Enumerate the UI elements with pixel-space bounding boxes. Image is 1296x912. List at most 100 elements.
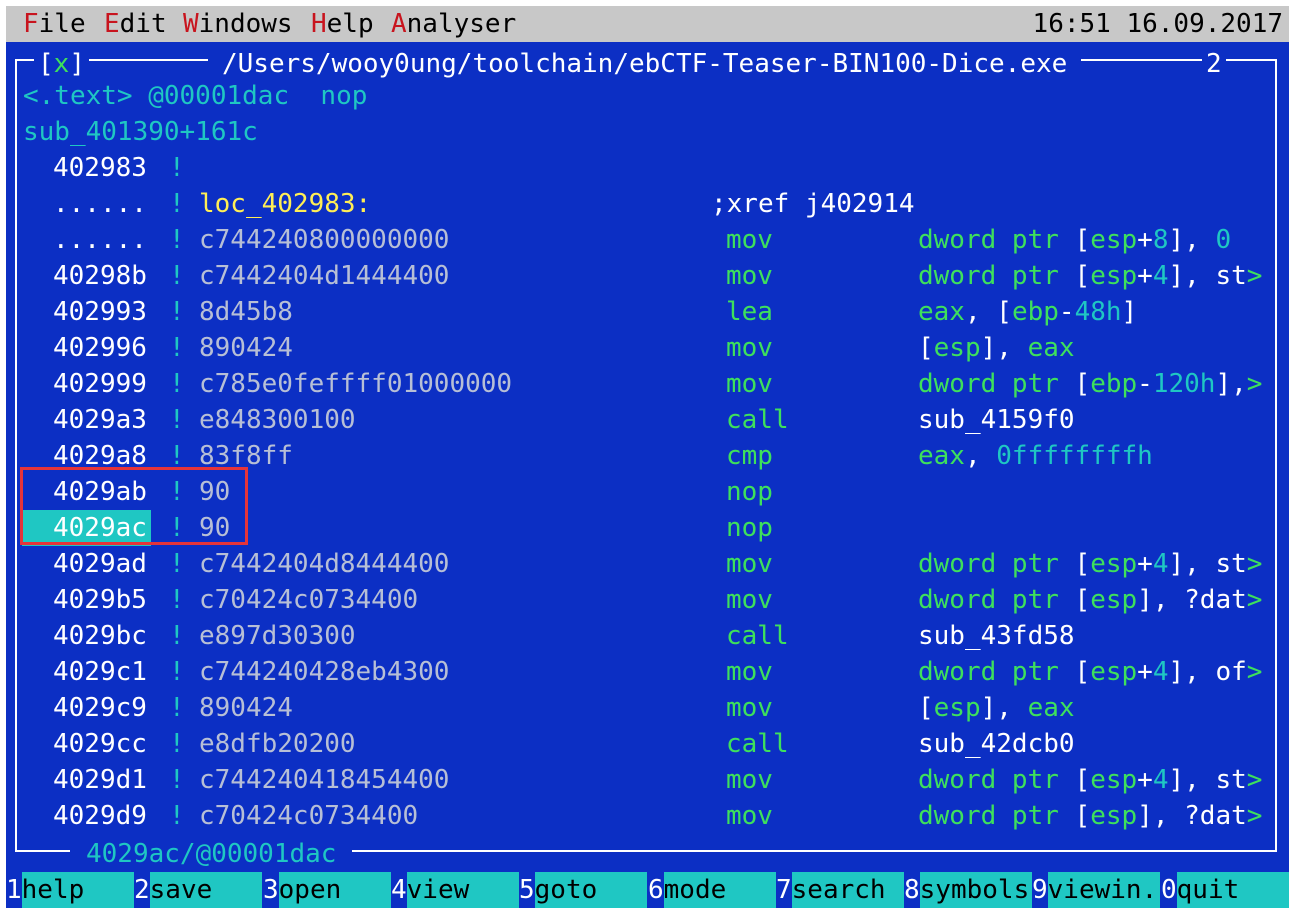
row-mnemonic: mov: [726, 549, 773, 579]
row-bytes: 8d45b8: [199, 297, 293, 327]
operand-part: [: [1074, 765, 1091, 795]
operand-part: 8: [1152, 225, 1169, 255]
disasm-row[interactable]: ......! c744240800000000 mov dword ptr [esp…: [6, 222, 1289, 258]
row-address: ......: [53, 225, 147, 255]
fkey-search[interactable]: 7search: [776, 872, 904, 908]
row-separator: !: [169, 369, 185, 399]
disasm-row[interactable]: 402993! 8d45b8 lea eax, [ebp-48h]: [6, 294, 1289, 330]
menu-edit[interactable]: Edit: [104, 6, 167, 42]
operand-part: >: [1246, 369, 1263, 399]
fkey-quit[interactable]: 0quit: [1161, 872, 1289, 908]
menu-edit-label: dit: [119, 9, 167, 39]
operand-part: esp: [1090, 801, 1138, 831]
operand-part: 4: [1152, 657, 1169, 687]
menu-help-label: elp: [326, 9, 374, 39]
operand-part: 4: [1152, 765, 1169, 795]
menu-file[interactable]: File: [23, 6, 86, 42]
operand-part: >: [1246, 261, 1263, 291]
operand-part: esp: [1090, 549, 1138, 579]
row-operands: eax, [ebp-48h]: [918, 294, 1137, 330]
row-bytes: c7442404d1444400: [199, 261, 450, 291]
row-address: 4029bc: [53, 621, 147, 651]
row-bytes: 890424: [199, 693, 293, 723]
disasm-row[interactable]: 402996! 890424 mov [esp], eax: [6, 330, 1289, 366]
disasm-row[interactable]: 402983!: [6, 150, 1289, 186]
operand-part: [: [918, 693, 934, 723]
disasm-row[interactable]: 4029cc! e8dfb20200 call sub_42dcb0: [6, 726, 1289, 762]
row-operands: dword ptr [esp], ?dat>: [918, 798, 1262, 834]
disasm-row[interactable]: 4029c9! 890424 mov [esp], eax: [6, 690, 1289, 726]
disasm-row[interactable]: 40298b! c7442404d1444400 mov dword ptr [esp…: [6, 258, 1289, 294]
menu-help-hotkey: H: [311, 9, 327, 39]
row-operands: sub_43fd58: [918, 618, 1075, 654]
fkey-mode[interactable]: 6mode: [648, 872, 776, 908]
fkey-number: 9: [1032, 872, 1048, 908]
row-mnemonic: cmp: [726, 441, 773, 471]
fkey-number: 5: [519, 872, 535, 908]
row-operands: [esp], eax: [918, 690, 1075, 726]
disasm-row[interactable]: 4029c1! c744240428eb4300 mov dword ptr [esp…: [6, 654, 1289, 690]
fkey-goto[interactable]: 5goto: [519, 872, 647, 908]
menu-help[interactable]: Help: [311, 6, 374, 42]
menu-analyser[interactable]: Analyser: [391, 6, 516, 42]
operand-part: 4: [1152, 261, 1169, 291]
operand-part: esp: [933, 693, 981, 723]
fkey-open[interactable]: 3open: [263, 872, 391, 908]
operand-part: 4: [1152, 549, 1169, 579]
disasm-row[interactable]: ......! loc_402983: ;xref j402914: [6, 186, 1289, 222]
row-operands: dword ptr [ebp-120h],>: [918, 366, 1262, 402]
operand-part: ], st: [1168, 549, 1247, 579]
operand-part: +: [1137, 549, 1153, 579]
operand-part: ebp: [1011, 297, 1059, 327]
row-mnemonic: lea: [726, 297, 773, 327]
fkey-view[interactable]: 4view: [391, 872, 519, 908]
fkey-number: 4: [391, 872, 407, 908]
operand-part: ],: [1168, 225, 1216, 255]
operand-part: eax: [918, 441, 965, 471]
row-mnemonic: call: [726, 729, 789, 759]
row-bytes: c744240800000000: [199, 225, 450, 255]
fkey-viewin[interactable]: 9viewin.: [1032, 872, 1160, 908]
row-address: 402999: [53, 369, 147, 399]
operand-part: >: [1246, 765, 1263, 795]
disasm-row[interactable]: 4029b5! c70424c0734400 mov dword ptr [esp],…: [6, 582, 1289, 618]
row-address: 4029cc: [53, 729, 147, 759]
fkey-symbols[interactable]: 8symbols: [904, 872, 1032, 908]
row-operands: dword ptr [esp+8], 0: [918, 222, 1231, 258]
menu-file-label: ile: [38, 9, 86, 39]
row-operands: dword ptr [esp+4], st>: [918, 546, 1262, 582]
fkey-save[interactable]: 2save: [134, 872, 262, 908]
operand-part: dword ptr: [918, 765, 1075, 795]
menu-windows[interactable]: Windows: [183, 6, 293, 42]
row-address: 4029d9: [53, 801, 147, 831]
disasm-row[interactable]: 4029ad! c7442404d8444400 mov dword ptr [esp…: [6, 546, 1289, 582]
disasm-row[interactable]: 402999! c785e0feffff01000000 mov dword ptr …: [6, 366, 1289, 402]
row-address: 4029d1: [53, 765, 147, 795]
fkey-number: 1: [6, 872, 22, 908]
fkey-help[interactable]: 1help: [6, 872, 134, 908]
row-separator: !: [169, 729, 185, 759]
fkey-number: 0: [1161, 872, 1177, 908]
operand-part: +: [1137, 225, 1153, 255]
operand-part: esp: [933, 333, 981, 363]
operand-part: [: [1074, 801, 1091, 831]
disasm-row[interactable]: 4029a3! e848300100 call sub_4159f0: [6, 402, 1289, 438]
disasm-row[interactable]: 4029bc! e897d30300 call sub_43fd58: [6, 618, 1289, 654]
operand-part: +: [1137, 657, 1153, 687]
operand-part: dword ptr: [918, 549, 1075, 579]
operand-part: 48h: [1074, 297, 1122, 327]
row-separator: !: [169, 225, 185, 255]
operand-part: esp: [1090, 765, 1138, 795]
row-bytes: c744240428eb4300: [199, 657, 450, 687]
operand-part: [: [1074, 585, 1091, 615]
disasm-row[interactable]: 4029d1! c744240418454400 mov dword ptr [esp…: [6, 762, 1289, 798]
operand-part: eax: [1027, 333, 1075, 363]
section-header: <.text> @00001dac nop: [23, 81, 368, 111]
row-separator: !: [169, 189, 185, 219]
row-mnemonic: nop: [726, 477, 773, 507]
operand-part: dword ptr: [918, 261, 1075, 291]
row-xref[interactable]: ;xref j402914: [711, 186, 915, 222]
disasm-row[interactable]: 4029d9! c70424c0734400 mov dword ptr [esp],…: [6, 798, 1289, 834]
row-bytes: 890424: [199, 333, 293, 363]
operand-part: 0ffffffffh: [996, 441, 1153, 471]
